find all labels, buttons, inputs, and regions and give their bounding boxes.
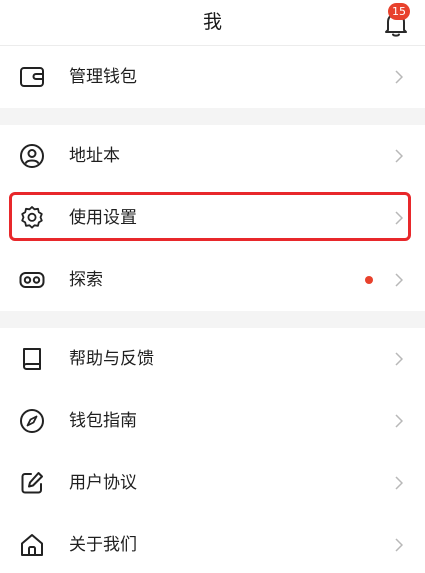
page-title: 我 — [202, 11, 222, 33]
wallet-icon — [19, 64, 45, 90]
menu-item-label: 使用设置 — [69, 208, 137, 228]
gear-icon — [19, 205, 45, 231]
section-divider — [0, 311, 425, 328]
menu-item-wallet-guide[interactable]: 钱包指南 — [0, 390, 425, 452]
menu-item-label: 地址本 — [69, 146, 120, 166]
chevron-right-icon — [395, 70, 403, 84]
notification-badge: 15 — [388, 3, 410, 20]
book-icon — [19, 346, 45, 372]
menu-item-label: 管理钱包 — [69, 67, 137, 87]
home-icon — [19, 532, 45, 558]
chevron-right-icon — [395, 149, 403, 163]
menu-item-about-us[interactable]: 关于我们 — [0, 514, 425, 573]
notifications-button[interactable]: 15 — [383, 3, 410, 38]
chevron-right-icon — [395, 538, 403, 552]
menu-item-help-feedback[interactable]: 帮助与反馈 — [0, 328, 425, 390]
chevron-right-icon — [395, 273, 403, 287]
vr-goggles-icon — [19, 267, 45, 293]
chevron-right-icon — [395, 352, 403, 366]
chevron-right-icon — [395, 211, 403, 225]
menu-item-label: 关于我们 — [69, 535, 137, 555]
menu-item-settings[interactable]: 使用设置 — [0, 187, 425, 249]
menu-item-address-book[interactable]: 地址本 — [0, 125, 425, 187]
header: 我 15 — [0, 0, 425, 46]
menu-item-explore[interactable]: 探索 — [0, 249, 425, 311]
menu-item-user-agreement[interactable]: 用户协议 — [0, 452, 425, 514]
new-indicator-dot — [365, 276, 373, 284]
section-divider — [0, 108, 425, 125]
chevron-right-icon — [395, 476, 403, 490]
menu-item-label: 探索 — [69, 270, 103, 290]
menu-item-manage-wallet[interactable]: 管理钱包 — [0, 46, 425, 108]
me-page: 我 15 管理钱包 地址本 使用设置 探索 帮助与反馈 钱包指南 用户协议 关于… — [0, 0, 425, 573]
menu-item-label: 用户协议 — [69, 473, 137, 493]
menu-item-label: 钱包指南 — [69, 411, 137, 431]
compass-icon — [19, 408, 45, 434]
chevron-right-icon — [395, 414, 403, 428]
menu-item-label: 帮助与反馈 — [69, 349, 154, 369]
user-circle-icon — [19, 143, 45, 169]
edit-icon — [19, 470, 45, 496]
